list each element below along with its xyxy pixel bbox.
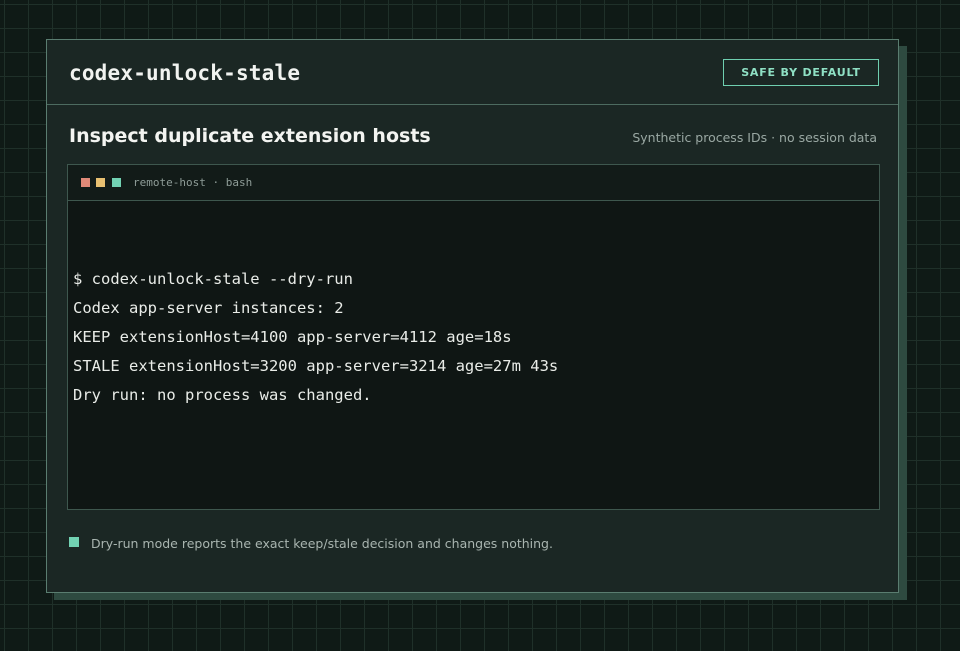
terminal-line: STALE extensionHost=3200 app-server=3214…: [73, 357, 559, 375]
terminal-label: remote-host · bash: [133, 176, 253, 189]
footer-note: Dry-run mode reports the exact keep/stal…: [91, 536, 553, 551]
terminal-line: Dry run: no process was changed.: [73, 386, 372, 404]
card-header: codex-unlock-stale SAFE BY DEFAULT: [47, 40, 898, 105]
tool-card: codex-unlock-stale SAFE BY DEFAULT Inspe…: [46, 39, 899, 593]
window-minimize-dot-icon: [96, 178, 105, 187]
terminal-output: $ codex-unlock-stale --dry-run Codex app…: [73, 268, 558, 413]
terminal-line: KEEP extensionHost=4100 app-server=4112 …: [73, 328, 512, 346]
window-maximize-dot-icon: [112, 178, 121, 187]
terminal-titlebar: remote-host · bash: [68, 165, 879, 201]
section-title: Inspect duplicate extension hosts: [69, 125, 431, 147]
window-close-dot-icon: [81, 178, 90, 187]
app-title: codex-unlock-stale: [69, 61, 301, 85]
terminal-window[interactable]: remote-host · bash $ codex-unlock-stale …: [67, 164, 880, 510]
safe-by-default-badge: SAFE BY DEFAULT: [723, 59, 879, 86]
section-meta: Synthetic process IDs · no session data: [632, 130, 877, 145]
terminal-line: $ codex-unlock-stale --dry-run: [73, 270, 353, 288]
note-marker-icon: [69, 537, 79, 547]
terminal-line: Codex app-server instances: 2: [73, 299, 344, 317]
